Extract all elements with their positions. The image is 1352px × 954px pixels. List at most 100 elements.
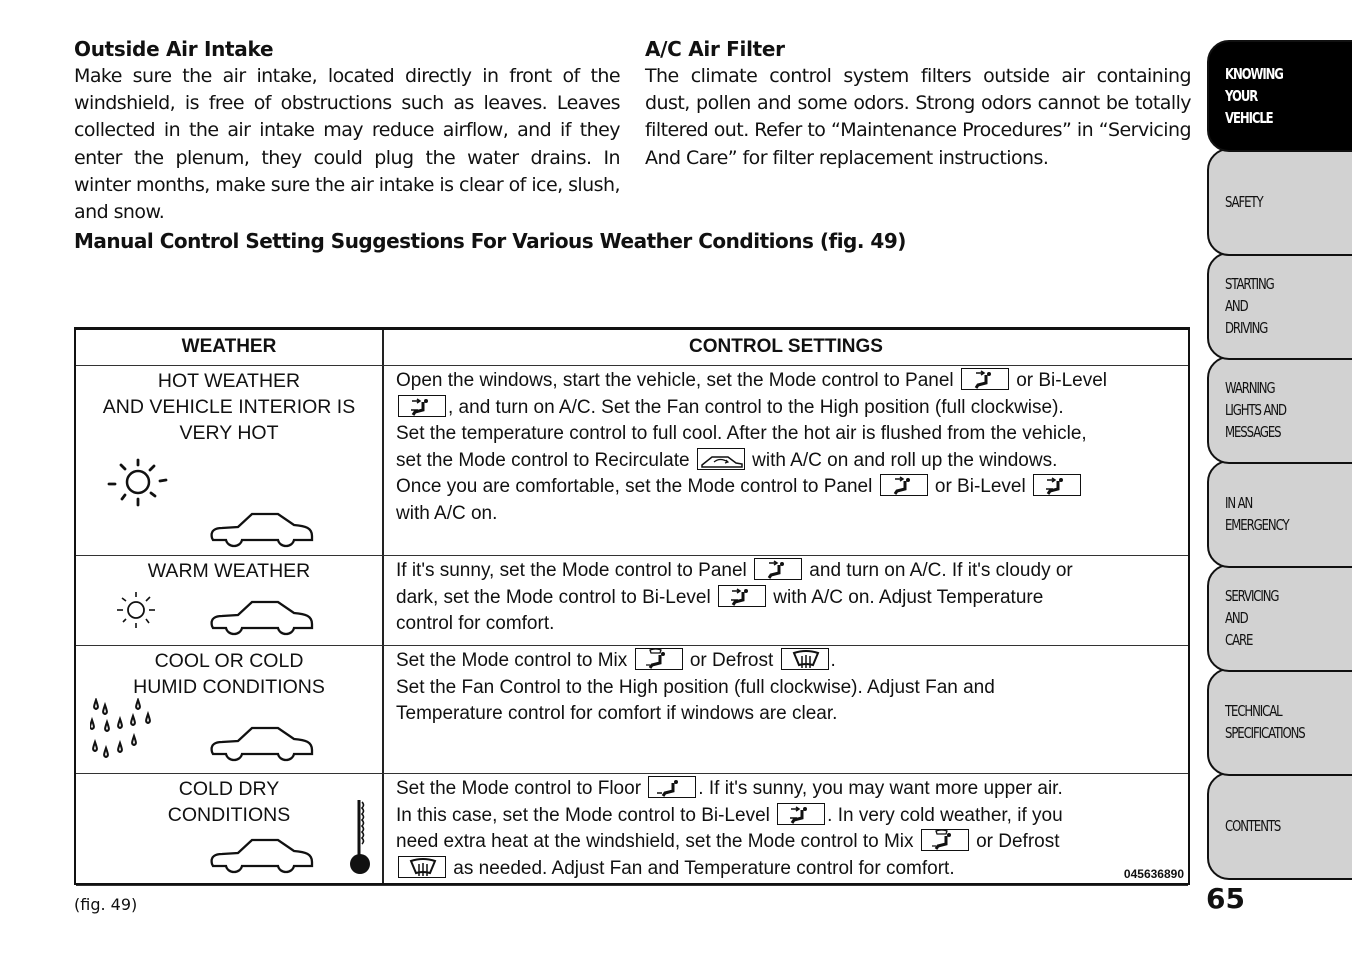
settings-cell: If it's sunny, set the Mode control to P… <box>396 558 1186 638</box>
tab-label: IN AN EMERGENCY <box>1225 494 1290 534</box>
tab-label: TECHNICAL SPECIFICATIONS <box>1225 702 1306 742</box>
settings-text: Open the windows, start the vehicle, set… <box>396 370 959 391</box>
settings-line: need extra heat at the windshield, set t… <box>396 829 1186 856</box>
weather-label: COOL OR COLD HUMID CONDITIONS <box>76 646 382 700</box>
settings-cell: Set the Mode control to Mix or Defrost .… <box>396 648 1186 728</box>
settings-text: and turn on A/C. If it's cloudy or <box>804 560 1073 581</box>
weather-cell: COLD DRY CONDITIONS <box>76 774 382 885</box>
weather-label: COLD DRY CONDITIONS <box>76 774 382 828</box>
settings-text: or Bi-Level <box>929 476 1031 497</box>
sun-icon <box>117 592 155 628</box>
tab-contents[interactable]: CONTENTS <box>1207 772 1352 880</box>
settings-text: If it's sunny, set the Mode control to P… <box>396 560 753 581</box>
tab-label: STARTING AND DRIVING <box>1225 275 1275 337</box>
table-row: COLD DRY CONDITIONS Set the Mode control … <box>76 774 1188 886</box>
floor-mode-icon <box>648 776 697 798</box>
settings-line: Once you are comfortable, set the Mode c… <box>396 474 1186 501</box>
header-control-settings: CONTROL SETTINGS <box>689 336 883 357</box>
header-weather: WEATHER <box>181 336 277 357</box>
settings-line: with A/C on. <box>396 501 1186 528</box>
raindrops-icon <box>90 698 151 759</box>
outside-air-section: Outside Air Intake Make sure the air int… <box>74 36 621 226</box>
tab-label: WARNING LIGHTS AND MESSAGES <box>1225 379 1287 441</box>
weather-label-line: WARM WEATHER <box>147 560 311 582</box>
settings-line: If it's sunny, set the Mode control to P… <box>396 558 1186 585</box>
table-header-row: WEATHER CONTROL SETTINGS <box>76 330 1188 366</box>
settings-line: Set the temperature control to full cool… <box>396 421 1186 448</box>
tab-knowing-your-vehicle[interactable]: KNOWING YOUR VEHICLE <box>1207 40 1352 152</box>
table-heading: Manual Control Setting Suggestions For V… <box>74 229 906 253</box>
settings-line: Set the Mode control to Mix or Defrost . <box>396 648 1186 675</box>
table-row: HOT WEATHER AND VEHICLE INTERIOR IS VERY H… <box>76 366 1188 556</box>
settings-text: . If it's sunny, you may want more upper… <box>698 778 1063 799</box>
weather-label-line: COLD DRY <box>178 778 280 800</box>
bilevel-mode-icon <box>718 584 766 607</box>
table-row: WARM WEATHER If it's sunny, set the Mode… <box>76 556 1188 646</box>
settings-line: as needed. Adjust Fan and Temperature co… <box>396 855 1186 883</box>
settings-text: or Defrost <box>684 650 779 671</box>
settings-text: Once you are comfortable, set the Mode c… <box>396 476 878 497</box>
car-icon <box>210 726 314 762</box>
settings-text: Set the Mode control to Floor <box>396 778 647 799</box>
tab-label: SAFETY <box>1225 193 1264 211</box>
defrost-mode-icon <box>398 855 446 878</box>
weather-label-line: HUMID CONDITIONS <box>133 676 325 698</box>
weather-label: WARM WEATHER <box>76 556 382 584</box>
car-icon <box>210 838 314 874</box>
settings-text: Set the temperature control to full cool… <box>396 423 1087 444</box>
settings-text: . In very cold weather, if you <box>827 804 1063 826</box>
weather-label-line: COOL OR COLD <box>154 650 304 672</box>
settings-text: In this case, set the Mode control to Bi… <box>396 804 776 826</box>
ac-filter-section: A/C Air Filter The climate control syste… <box>645 36 1192 172</box>
weather-cell: WARM WEATHER <box>76 556 382 645</box>
tab-warning-lights-and-messages[interactable]: WARNING LIGHTS AND MESSAGES <box>1207 356 1352 464</box>
weather-label-line: AND VEHICLE INTERIOR IS <box>102 396 356 418</box>
weather-label-line: CONDITIONS <box>167 804 291 826</box>
settings-text: set the Mode control to Recirculate <box>396 449 695 471</box>
settings-text: Set the Mode control to Mix <box>396 650 633 671</box>
settings-text: with A/C on. <box>396 502 498 524</box>
page-number: 65 <box>1206 882 1245 915</box>
panel-mode-icon <box>879 474 928 496</box>
weather-label-line: HOT WEATHER <box>157 370 301 392</box>
recirculate-mode-icon <box>696 447 745 470</box>
settings-line: set the Mode control to Recirculate with… <box>396 447 1186 475</box>
tab-in-an-emergency[interactable]: IN AN EMERGENCY <box>1207 460 1352 568</box>
settings-cell: Set the Mode control to Floor . If it's … <box>396 776 1186 882</box>
thermometer-icon <box>350 800 370 874</box>
weather-cell: HOT WEATHER AND VEHICLE INTERIOR IS VERY H… <box>76 366 382 555</box>
settings-text: control for comfort. <box>396 613 555 634</box>
tab-servicing-and-care[interactable]: SERVICING AND CARE <box>1207 564 1352 672</box>
settings-line: dark, set the Mode control to Bi-Level w… <box>396 584 1186 612</box>
bilevel-mode-icon <box>777 802 826 825</box>
figure-id: 045636890 <box>1123 867 1184 881</box>
bilevel-mode-icon <box>398 394 446 417</box>
tab-label: CONTENTS <box>1225 817 1281 835</box>
tab-safety[interactable]: SAFETY <box>1207 148 1352 256</box>
weather-label-line: VERY HOT <box>179 422 279 444</box>
settings-line: Set the Fan Control to the High position… <box>396 675 1186 702</box>
defrost-mode-icon <box>780 648 829 670</box>
settings-cell: Open the windows, start the vehicle, set… <box>396 368 1186 527</box>
settings-text: or Bi-Level <box>1010 370 1108 391</box>
tab-starting-and-driving[interactable]: STARTING AND DRIVING <box>1207 252 1352 360</box>
settings-text: or Defrost <box>970 831 1060 852</box>
settings-line: Set the Mode control to Floor . If it's … <box>396 776 1186 803</box>
weather-label: HOT WEATHER AND VEHICLE INTERIOR IS VERY H… <box>76 366 382 446</box>
sun-icon <box>107 458 168 507</box>
table-row: COOL OR COLD HUMID CONDITIONS Set the Mod… <box>76 646 1188 774</box>
settings-line: In this case, set the Mode control to Bi… <box>396 802 1186 830</box>
settings-text: Temperature control for comfort if windo… <box>396 703 838 724</box>
control-settings-table: WEATHER CONTROL SETTINGS HOT WEATHER AND … <box>74 327 1190 886</box>
settings-text: , and turn on A/C. Set the Fan control t… <box>448 396 1064 418</box>
panel-mode-icon <box>754 558 803 580</box>
settings-text: need extra heat at the windshield, set t… <box>396 831 919 852</box>
panel-mode-icon <box>960 368 1009 390</box>
tab-technical-specifications[interactable]: TECHNICAL SPECIFICATIONS <box>1207 668 1352 776</box>
tab-label: KNOWING YOUR VEHICLE <box>1225 65 1284 127</box>
mix-mode-icon <box>920 829 969 851</box>
section-title: Outside Air Intake <box>74 37 274 61</box>
settings-text: with A/C on. Adjust Temperature <box>768 586 1044 608</box>
section-body: The climate control system filters outsi… <box>645 65 1192 169</box>
car-icon <box>210 512 314 548</box>
